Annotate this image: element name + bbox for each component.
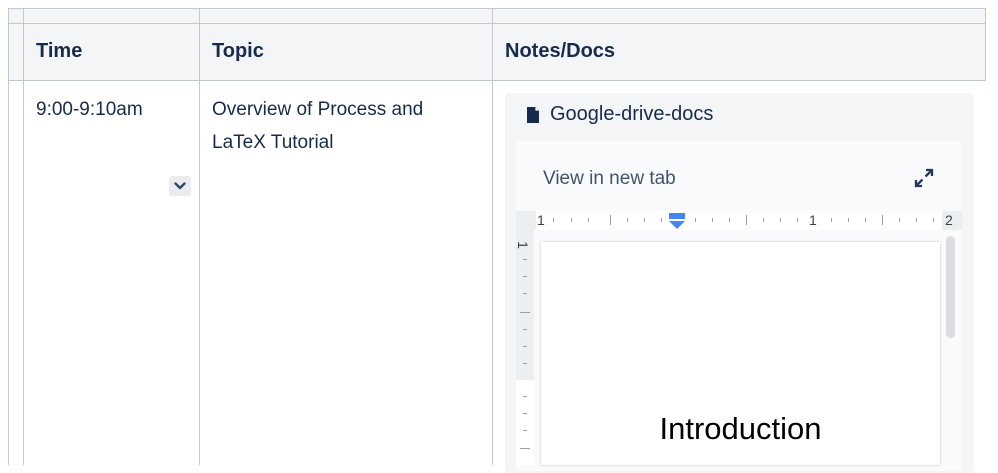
scrollbar-thumb[interactable]	[946, 236, 955, 338]
column-header-notes[interactable]: Notes/Docs	[505, 40, 615, 63]
expand-icon[interactable]	[912, 166, 936, 190]
view-in-new-tab-link[interactable]: View in new tab	[543, 168, 676, 190]
vertical-ruler-label: 1	[514, 241, 531, 249]
column-header-time[interactable]: Time	[36, 40, 82, 63]
header-top-border	[8, 23, 986, 24]
vertical-ruler	[516, 230, 534, 465]
column-divider	[199, 8, 200, 465]
table-left-border	[8, 8, 9, 465]
header-bottom-border	[8, 80, 986, 81]
ruler-label: 2	[945, 212, 953, 228]
topic-cell: Overview of Process and LaTeX Tutorial	[212, 99, 424, 153]
drive-file-title[interactable]: Google-drive-docs	[550, 103, 713, 126]
indent-marker-icon[interactable]	[668, 212, 686, 230]
column-divider	[492, 8, 493, 465]
document-heading: Introduction	[659, 411, 822, 446]
column-header-topic[interactable]: Topic	[212, 40, 264, 63]
time-cell: 9:00-9:10am	[36, 99, 143, 120]
document-icon	[526, 106, 540, 124]
table-right-border	[985, 8, 986, 81]
table-top-border	[8, 8, 986, 9]
table-header-row	[8, 8, 986, 81]
chevron-down-icon	[174, 182, 186, 190]
column-divider	[23, 8, 24, 465]
horizontal-ruler	[516, 211, 962, 230]
ruler-label: 1	[537, 212, 545, 228]
document-scrollbar[interactable]	[942, 236, 956, 465]
expand-row-button[interactable]	[169, 176, 191, 196]
ruler-label: 1	[809, 212, 817, 228]
